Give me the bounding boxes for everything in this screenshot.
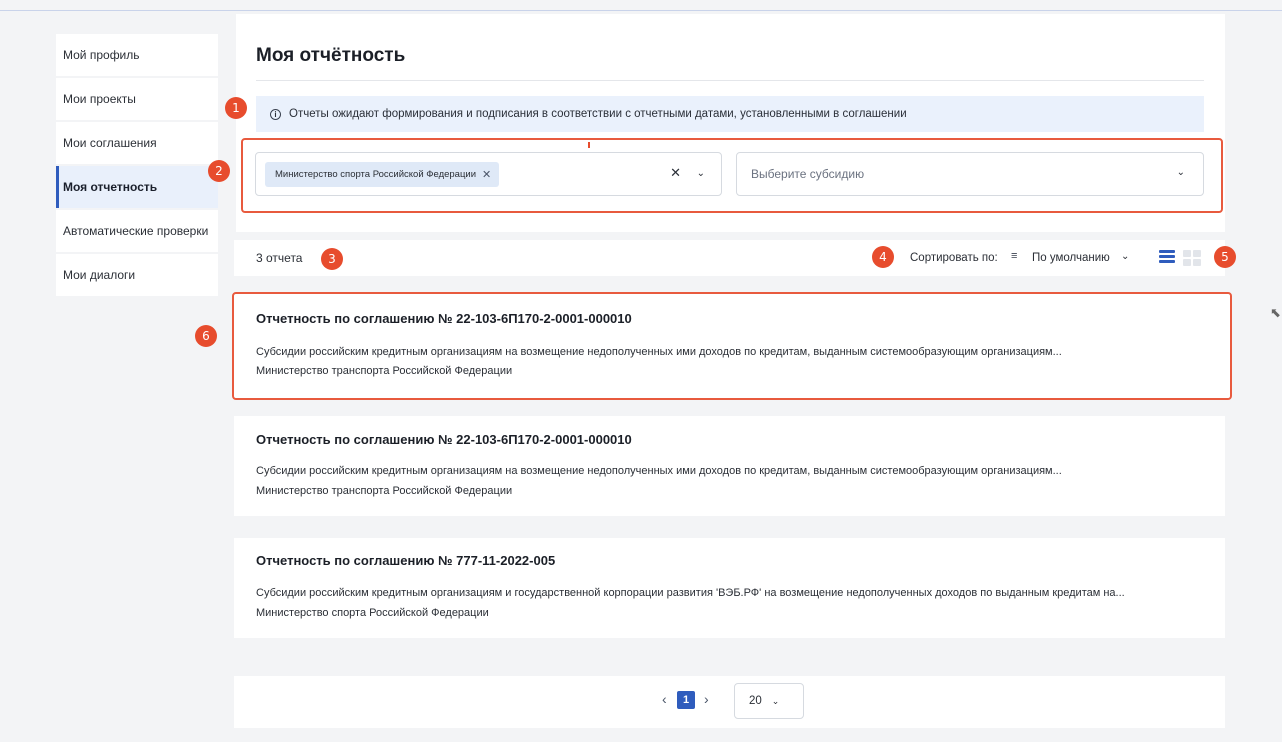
report-description: Субсидии российским кредитным организаци… <box>256 346 1062 358</box>
sidebar: Мой профиль Мои проекты Мои соглашения М… <box>56 34 218 298</box>
subsidy-select[interactable]: Выберите субсидию ⌄ <box>736 152 1204 196</box>
sidebar-item-profile[interactable]: Мой профиль <box>56 34 218 76</box>
results-count: 3 отчета <box>256 251 303 265</box>
info-icon: i <box>270 108 281 120</box>
annotation-badge-6: 6 <box>195 325 217 347</box>
header-panel: Моя отчётность i Отчеты ожидают формиров… <box>236 14 1225 232</box>
annotation-badge-3: 3 <box>321 248 343 270</box>
highlight-marker <box>588 142 590 148</box>
report-organization: Министерство транспорта Российской Федер… <box>256 485 513 497</box>
subsidy-placeholder: Выберите субсидию <box>751 167 865 181</box>
clear-icon[interactable]: ✕ <box>670 165 681 181</box>
top-divider <box>0 10 1282 11</box>
mouse-cursor-icon: ⬉ <box>1270 305 1281 320</box>
chevron-down-icon[interactable]: ⌄ <box>1121 251 1129 262</box>
page-size-value: 20 <box>749 695 762 707</box>
prev-page-button[interactable]: ‹ <box>662 691 667 707</box>
report-title[interactable]: Отчетность по соглашению № 22-103-6П170-… <box>256 311 632 326</box>
info-banner: i Отчеты ожидают формирования и подписан… <box>256 96 1204 132</box>
ministry-chip: Министерство спорта Российской Федерации… <box>265 162 500 187</box>
report-card[interactable]: Отчетность по соглашению № 22-103-6П170-… <box>232 292 1232 400</box>
pagination: ‹ 1 › 20 ⌄ <box>234 676 1225 728</box>
report-title[interactable]: Отчетность по соглашению № 22-103-6П170-… <box>256 432 632 447</box>
chevron-down-icon: ⌄ <box>771 695 780 706</box>
annotation-badge-4: 4 <box>872 246 894 268</box>
ministry-chip-label: Министерство спорта Российской Федерации <box>275 169 477 180</box>
list-toolbar: 3 отчета Сортировать по: ≡ По умолчанию … <box>234 240 1225 276</box>
page-title: Моя отчётность <box>256 45 406 66</box>
sidebar-item-label: Автоматические проверки <box>63 224 209 238</box>
list-view-icon[interactable] <box>1159 250 1175 266</box>
sidebar-item-label: Мои проекты <box>63 92 136 106</box>
annotation-badge-1: 1 <box>225 97 247 119</box>
annotation-badge-5: 5 <box>1214 246 1236 268</box>
ministry-select[interactable]: Министерство спорта Российской Федерации… <box>255 152 722 196</box>
sidebar-item-label: Мой профиль <box>63 48 140 62</box>
report-card[interactable]: Отчетность по соглашению № 22-103-6П170-… <box>234 416 1225 516</box>
report-organization: Министерство спорта Российской Федерации <box>256 607 489 619</box>
report-description: Субсидии российским кредитным организаци… <box>256 587 1125 599</box>
grid-view-icon[interactable] <box>1183 250 1201 266</box>
sidebar-item-label: Мои соглашения <box>63 136 157 150</box>
sidebar-item-auto-checks[interactable]: Автоматические проверки <box>56 210 218 252</box>
sidebar-item-label: Мои диалоги <box>63 268 136 282</box>
next-page-button[interactable]: › <box>704 691 709 707</box>
chevron-down-icon[interactable]: ⌄ <box>1177 167 1185 178</box>
sidebar-item-agreements[interactable]: Мои соглашения <box>56 122 218 164</box>
sidebar-item-dialogs[interactable]: Мои диалоги <box>56 254 218 296</box>
title-divider <box>256 80 1204 81</box>
report-description: Субсидии российским кредитным организаци… <box>256 465 1062 477</box>
annotation-badge-2: 2 <box>208 160 230 182</box>
sort-label: Сортировать по: <box>910 252 998 264</box>
chevron-down-icon[interactable]: ⌄ <box>697 168 705 179</box>
sidebar-item-projects[interactable]: Мои проекты <box>56 78 218 120</box>
page-number-button[interactable]: 1 <box>677 691 695 709</box>
chip-remove-icon[interactable]: ✕ <box>482 168 491 181</box>
info-text: Отчеты ожидают формирования и подписания… <box>289 108 907 120</box>
report-card[interactable]: Отчетность по соглашению № 777-11-2022-0… <box>234 538 1225 638</box>
sort-select[interactable]: По умолчанию <box>1032 252 1110 264</box>
sidebar-item-label: Моя отчетность <box>63 180 158 194</box>
sidebar-item-reports[interactable]: Моя отчетность <box>56 166 218 208</box>
page-size-select[interactable]: 20 ⌄ <box>734 683 804 719</box>
report-title[interactable]: Отчетность по соглашению № 777-11-2022-0… <box>256 553 555 568</box>
report-organization: Министерство транспорта Российской Федер… <box>256 365 513 377</box>
sort-icon[interactable]: ≡ <box>1011 250 1017 262</box>
